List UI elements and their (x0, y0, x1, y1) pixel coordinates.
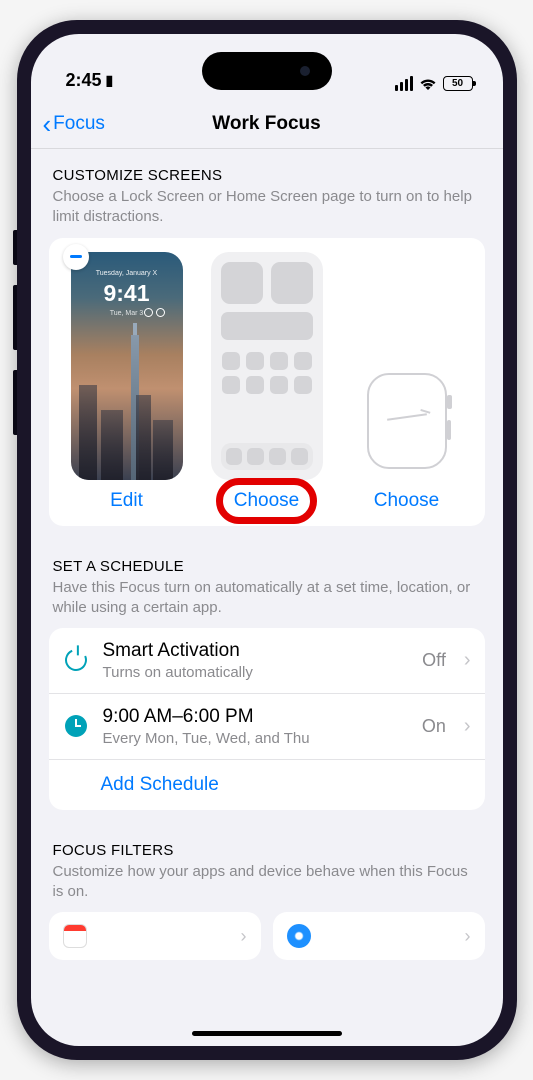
time-title: 9:00 AM–6:00 PM (103, 706, 408, 729)
customize-header: CUSTOMIZE SCREENS (49, 167, 485, 184)
edit-lock-button[interactable]: Edit (110, 490, 143, 512)
customize-desc: Choose a Lock Screen or Home Screen page… (49, 187, 485, 228)
choose-home-button[interactable]: Choose (234, 490, 300, 512)
clock-icon (63, 713, 89, 739)
filters-header: FOCUS FILTERS (49, 842, 485, 859)
schedule-desc: Have this Focus turn on automatically at… (49, 578, 485, 619)
phone-frame: 2:45 ▮ 50 ‹ Focus Work Focus CUSTOMIZE S… (17, 20, 517, 1060)
home-indicator[interactable] (192, 1031, 342, 1036)
safari-icon (287, 924, 311, 948)
smart-activation-row[interactable]: Smart Activation Turns on automatically … (49, 628, 485, 693)
choose-watch-button[interactable]: Choose (374, 490, 440, 512)
home-screen-preview (211, 252, 323, 480)
schedule-section: SET A SCHEDULE Have this Focus turn on a… (49, 558, 485, 810)
add-schedule-button[interactable]: Add Schedule (49, 759, 485, 810)
lock-screen-item[interactable]: Tuesday, January X 9:41 Tue, Mar 3 Edit (63, 252, 191, 512)
nav-bar: ‹ Focus Work Focus (31, 99, 503, 149)
chevron-right-icon: › (464, 649, 471, 672)
calendar-filter[interactable]: › (49, 912, 261, 960)
filters-section: FOCUS FILTERS Customize how your apps an… (49, 842, 485, 961)
home-screen-item[interactable]: Choose (203, 252, 331, 512)
screens-card: Tuesday, January X 9:41 Tue, Mar 3 Edit (49, 238, 485, 526)
status-time: 2:45 (66, 70, 102, 91)
watch-preview (357, 366, 457, 476)
physical-buttons (13, 230, 17, 455)
schedule-header: SET A SCHEDULE (49, 558, 485, 575)
remove-lock-button[interactable] (63, 244, 89, 270)
back-button[interactable]: ‹ Focus (43, 111, 105, 137)
chevron-right-icon: › (465, 926, 471, 947)
chevron-left-icon: ‹ (43, 111, 52, 137)
lock-screen-preview: Tuesday, January X 9:41 Tue, Mar 3 (71, 252, 183, 480)
time-status: On (422, 716, 446, 737)
watch-item[interactable]: Choose (343, 366, 471, 512)
dynamic-island (202, 52, 332, 90)
chevron-right-icon: › (464, 715, 471, 738)
safari-filter[interactable]: › (273, 912, 485, 960)
calendar-icon (63, 924, 87, 948)
back-label: Focus (53, 113, 105, 135)
screen: 2:45 ▮ 50 ‹ Focus Work Focus CUSTOMIZE S… (31, 34, 503, 1046)
page-title: Work Focus (212, 113, 320, 135)
power-icon (63, 647, 89, 673)
smart-sub: Turns on automatically (103, 664, 409, 681)
schedule-list: Smart Activation Turns on automatically … (49, 628, 485, 810)
lock-rotation-icon: ▮ (106, 72, 114, 89)
wifi-icon (419, 77, 437, 91)
chevron-right-icon: › (241, 926, 247, 947)
filters-desc: Customize how your apps and device behav… (49, 862, 485, 903)
signal-icon (395, 76, 413, 91)
customize-section: CUSTOMIZE SCREENS Choose a Lock Screen o… (49, 167, 485, 526)
smart-title: Smart Activation (103, 640, 409, 663)
minus-icon (70, 255, 82, 258)
battery-icon: 50 (443, 76, 473, 91)
time-schedule-row[interactable]: 9:00 AM–6:00 PM Every Mon, Tue, Wed, and… (49, 693, 485, 759)
time-sub: Every Mon, Tue, Wed, and Thu (103, 730, 408, 747)
smart-status: Off (422, 650, 446, 671)
